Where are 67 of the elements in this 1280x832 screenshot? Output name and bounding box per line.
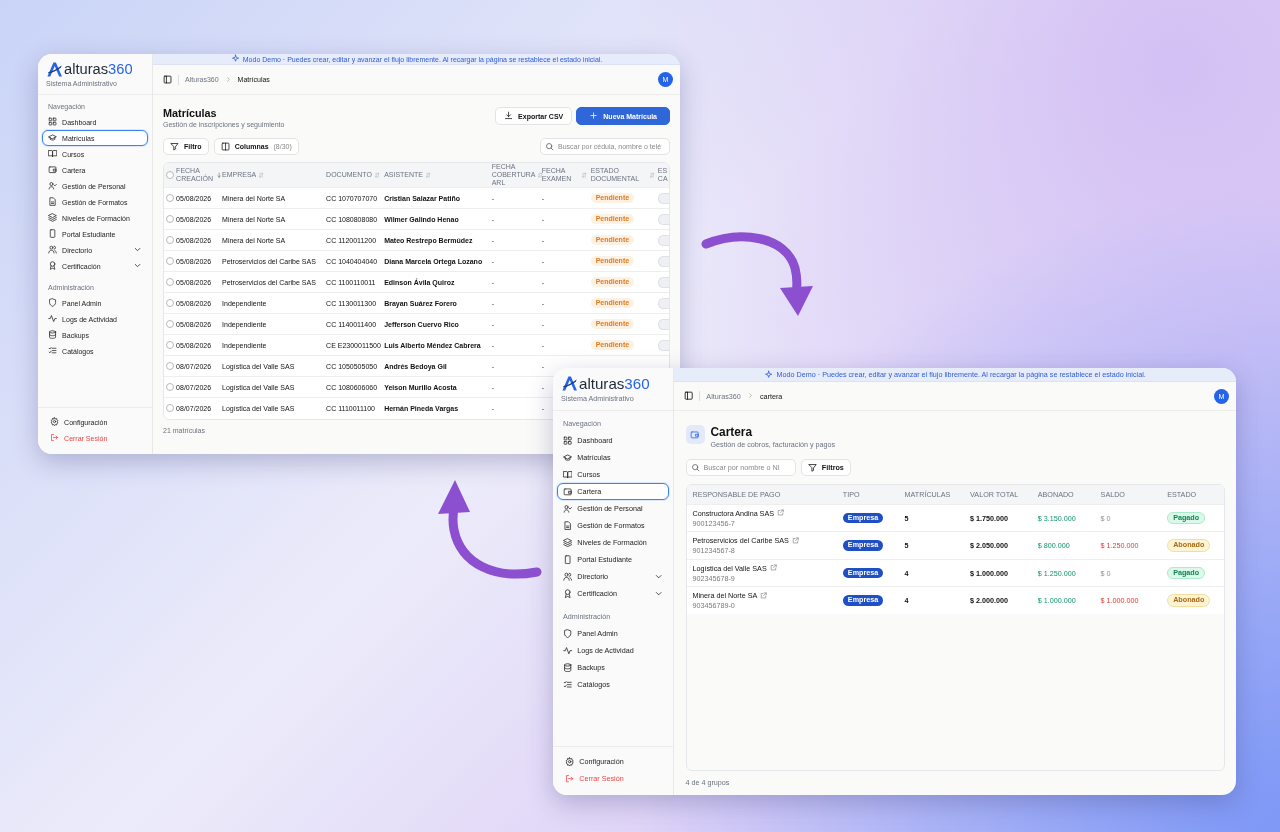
chevron-right-icon (746, 392, 754, 400)
logo-icon (46, 61, 63, 78)
download-icon (504, 111, 514, 121)
award-icon (48, 261, 58, 271)
graduation-cap-icon (48, 133, 58, 143)
logout-icon (565, 773, 575, 784)
panel-icon[interactable] (684, 391, 694, 401)
settings-icon (565, 756, 575, 767)
brand-name: alturas360 (64, 62, 133, 77)
users-icon (563, 571, 573, 582)
logout-icon (50, 433, 60, 443)
phone-icon (48, 229, 58, 239)
layers-icon (563, 537, 573, 548)
row-checkbox[interactable] (166, 341, 175, 350)
grid-icon (48, 117, 58, 127)
graduation-cap-icon (563, 452, 573, 463)
grid-icon (563, 435, 573, 446)
phone-icon (563, 554, 573, 565)
search-icon (545, 142, 554, 151)
sparkle-icon (764, 369, 774, 380)
external-link-icon[interactable] (760, 592, 768, 600)
row-checkbox[interactable] (166, 278, 175, 287)
plus-icon (589, 111, 599, 121)
panel-icon[interactable] (163, 74, 173, 85)
user-check-icon (563, 503, 573, 514)
award-icon (563, 588, 573, 599)
checklist-icon (563, 679, 573, 690)
users-icon (48, 245, 58, 255)
database-icon (48, 330, 58, 340)
document-icon (48, 197, 58, 207)
user-check-icon (48, 181, 58, 191)
row-checkbox[interactable] (166, 362, 175, 371)
chevron-right-icon (224, 76, 232, 83)
row-checkbox[interactable] (166, 194, 175, 203)
row-checkbox[interactable] (166, 236, 175, 245)
sparkle-icon (230, 54, 240, 64)
row-checkbox[interactable] (166, 320, 175, 329)
row-checkbox[interactable] (166, 257, 175, 266)
row-checkbox[interactable] (166, 383, 175, 392)
columns-icon (220, 141, 230, 152)
page-title: Matrículas (163, 107, 218, 120)
filter-icon (170, 141, 180, 152)
shield-icon (48, 298, 58, 308)
wallet-icon (48, 165, 58, 175)
row-checkbox[interactable] (166, 404, 175, 413)
wallet-icon (685, 425, 705, 444)
external-link-icon[interactable] (777, 509, 785, 517)
shield-icon (563, 628, 573, 639)
book-icon (48, 149, 58, 159)
logo-icon (561, 375, 578, 392)
external-link-icon[interactable] (791, 536, 799, 545)
layers-icon (48, 213, 58, 223)
row-checkbox[interactable] (166, 215, 175, 224)
document-icon (563, 520, 573, 531)
book-icon (563, 469, 573, 480)
row-checkbox[interactable] (166, 299, 175, 308)
select-all-checkbox[interactable] (166, 171, 175, 180)
filter-icon (807, 463, 817, 473)
page-title: Cartera (710, 425, 754, 440)
settings-icon (50, 417, 60, 427)
checklist-icon (48, 346, 58, 356)
activity-icon (563, 645, 573, 656)
database-icon (563, 662, 573, 673)
activity-icon (48, 314, 58, 324)
search-icon (690, 463, 700, 473)
wallet-icon (563, 486, 573, 497)
external-link-icon[interactable] (769, 564, 777, 572)
